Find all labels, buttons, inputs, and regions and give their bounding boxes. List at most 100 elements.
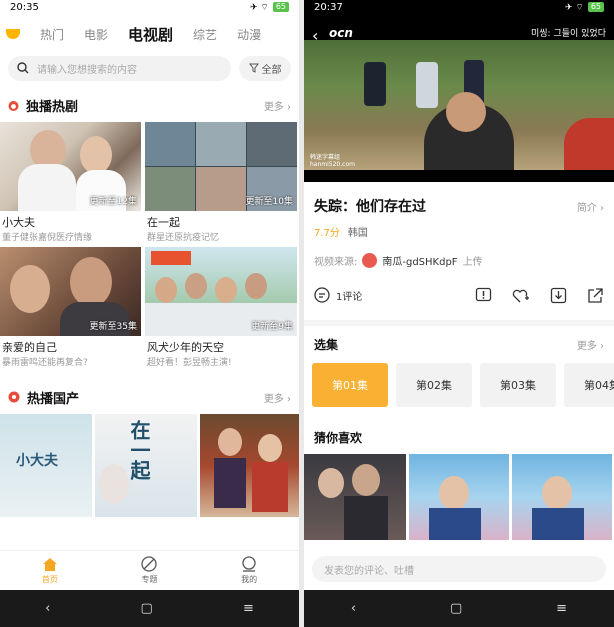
poster-card[interactable]: 在一起 (95, 414, 197, 517)
home-icon (42, 557, 57, 571)
poster-caption: 在一起 (127, 420, 151, 480)
update-badge: 更新至9集 (251, 322, 293, 332)
recents-icon[interactable]: ≡ (243, 601, 254, 616)
episodes-header: 选集 更多 › (304, 336, 614, 353)
episode-button[interactable]: 第04集 (564, 363, 614, 407)
episode-button[interactable]: 第02集 (396, 363, 472, 407)
bottom-navigation: 首页 专题 我的 (0, 550, 299, 590)
hot-circle-icon (8, 391, 20, 403)
video-player[interactable]: 20:37 ✈ ⌔ 65 ‹ ocn 미씽: 그들이 있었다 韩迷字幕组 han… (304, 0, 614, 182)
rating-score: 7.7分 (314, 228, 340, 239)
nav-topic[interactable]: 专题 (141, 556, 157, 585)
status-time: 20:35 (10, 1, 39, 13)
nav-label: 专题 (141, 575, 158, 584)
detail-screen: 20:37 ✈ ⌔ 65 ‹ ocn 미씽: 그들이 있었다 韩迷字幕组 han… (304, 0, 614, 627)
home-screen: 20:35 ✈ ⌔ 65 热门 电影 电视剧 综艺 动漫 请输入您想搜索的内容 … (0, 0, 299, 627)
episode-list: 第01集 第02集 第03集 第04集 (304, 363, 614, 407)
drama-thumbnail: 更新至9集 (145, 247, 297, 336)
more-link[interactable]: 更多 › (264, 98, 291, 113)
title-row: 失踪：他们存在过 简介 › (304, 196, 614, 216)
nav-profile[interactable]: 我的 (241, 556, 257, 585)
video-overlay-text: 미씽: 그들이 있었다 (531, 29, 606, 39)
recommendation-poster[interactable] (409, 454, 509, 540)
profile-icon (242, 556, 256, 572)
filter-all-button[interactable]: 全部 (239, 55, 291, 81)
source-row: 视频来源: 南瓜-gdSHKdpF 上传 (304, 253, 614, 268)
download-icon[interactable] (550, 287, 567, 304)
recommendations-title: 猜你喜欢 (314, 431, 363, 445)
drama-card[interactable]: 更新至35集 亲爱的自己 暴雨雷鸣还能再复合? (0, 247, 141, 368)
nav-label: 我的 (241, 575, 258, 584)
recommendation-row (304, 454, 614, 540)
search-icon (17, 62, 29, 74)
drama-card[interactable]: 更新至10集 在一起 群星还原抗疫记忆 (145, 122, 297, 243)
system-nav-bar: ‹ ▢ ≡ (0, 590, 299, 627)
drama-card[interactable]: 更新至12集 小大夫 董子健张嘉倪医疗情缘 (0, 122, 141, 243)
battery-icon: 65 (587, 2, 604, 12)
battery-icon: 65 (272, 2, 289, 12)
episodes-more-link[interactable]: 更多 › (577, 337, 604, 352)
hot-flame-icon (8, 100, 19, 111)
section-title: 热播国产 (27, 391, 80, 407)
update-badge: 更新至12集 (89, 197, 137, 207)
drama-title: 风犬少年的天空 (147, 341, 224, 354)
drama-card[interactable]: 更新至9集 风犬少年的天空 超好看！彭昱畅主演! (145, 247, 297, 368)
domestic-poster-row: 小大夫 在一起 (0, 414, 299, 517)
meta-row: 7.7分 韩国 (304, 224, 614, 239)
status-bar: 20:35 ✈ ⌔ 65 (0, 0, 299, 14)
drama-subtitle: 超好看！彭昱畅主演! (147, 358, 232, 368)
back-icon[interactable]: ‹ (45, 601, 50, 616)
drama-thumbnail: 更新至10集 (145, 122, 297, 211)
share-icon[interactable] (587, 287, 604, 304)
recents-icon[interactable]: ≡ (556, 601, 567, 616)
comment-icon (314, 287, 330, 303)
intro-link[interactable]: 简介 › (577, 199, 604, 214)
tab-variety[interactable]: 综艺 (193, 26, 217, 43)
more-link[interactable]: 更多 › (264, 390, 291, 405)
episodes-title: 选集 (314, 338, 339, 352)
home-square-icon[interactable]: ▢ (140, 601, 152, 616)
episode-button[interactable]: 第01集 (312, 363, 388, 407)
channel-logo: ocn (329, 26, 353, 40)
filter-label: 全部 (261, 64, 282, 76)
recommendation-poster[interactable] (304, 454, 406, 540)
drama-title: 亲爱的自己 (2, 341, 57, 354)
search-input[interactable]: 请输入您想搜索的内容 (8, 55, 231, 81)
poster-card[interactable]: 小大夫 (0, 414, 92, 517)
nav-label: 首页 (41, 574, 58, 584)
comment-button[interactable]: 1评论 (314, 287, 475, 303)
update-badge: 更新至35集 (89, 322, 137, 332)
nav-home[interactable]: 首页 (42, 557, 58, 585)
signal-icon: ✈ ⌔ (249, 2, 269, 13)
region: 韩国 (347, 228, 368, 239)
tab-movie[interactable]: 电影 (84, 26, 108, 43)
uploader-name[interactable]: 南瓜-gdSHKdpF (382, 253, 457, 268)
upload-suffix: 上传 (462, 257, 483, 268)
back-arrow-icon[interactable]: ‹ (312, 26, 318, 45)
drama-title: 在一起 (147, 216, 180, 229)
uploader-avatar[interactable] (362, 253, 378, 268)
poster-card[interactable] (200, 414, 299, 517)
drama-thumbnail: 更新至12集 (0, 122, 141, 211)
drama-subtitle: 群星还原抗疫记忆 (147, 233, 220, 243)
home-square-icon[interactable]: ▢ (450, 601, 462, 616)
status-bar: 20:37 ✈ ⌔ 65 (304, 0, 614, 14)
back-icon[interactable]: ‹ (351, 601, 356, 616)
favorite-add-icon[interactable] (512, 287, 530, 304)
system-nav-bar: ‹ ▢ ≡ (304, 590, 614, 627)
drama-title: 小大夫 (2, 216, 35, 229)
episode-button[interactable]: 第03集 (480, 363, 556, 407)
filter-icon (248, 63, 259, 73)
section-header-domestic: 热播国产 更多 › (0, 382, 299, 412)
tab-hot[interactable]: 热门 (40, 26, 64, 43)
status-time: 20:37 (314, 1, 343, 13)
drama-subtitle: 董子健张嘉倪医疗情缘 (2, 233, 93, 243)
tab-anime[interactable]: 动漫 (237, 26, 261, 43)
source-label: 视频来源: (314, 257, 358, 268)
tab-tv-series[interactable]: 电视剧 (128, 24, 173, 45)
app-logo-icon (6, 29, 20, 39)
exclusive-drama-grid: 更新至12集 小大夫 董子健张嘉倪医疗情缘 更新至10集 在一起 群星还原抗疫记… (0, 122, 299, 368)
comment-input[interactable]: 发表您的评论、吐槽 (312, 556, 606, 582)
recommendation-poster[interactable] (512, 454, 612, 540)
report-icon[interactable] (475, 287, 492, 304)
